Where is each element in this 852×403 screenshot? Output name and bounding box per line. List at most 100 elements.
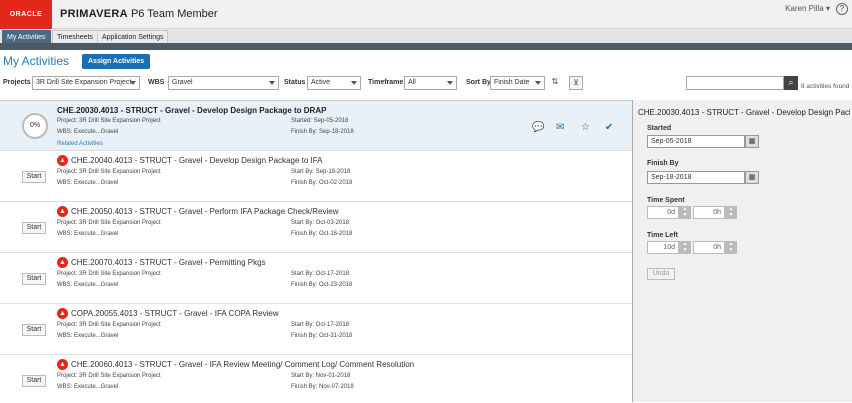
wbs-label: WBS — [148, 79, 165, 86]
stepper-icon[interactable]: ▲ ▼ — [679, 206, 691, 219]
critical-flame-icon: ▲ — [57, 308, 68, 319]
critical-flame-icon: ▲ — [57, 206, 68, 217]
time-spent-hours-input[interactable]: 0h — [693, 206, 725, 219]
user-menu[interactable]: Karen Pilla ▾ — [785, 4, 830, 13]
projects-label: Projects — [3, 79, 31, 86]
activity-name[interactable]: CHE.20040.4013 - STRUCT - Gravel - Devel… — [71, 156, 323, 165]
time-left-hours-input[interactable]: 0h — [693, 241, 725, 254]
help-icon[interactable]: ? — [836, 3, 848, 15]
chevron-down-icon — [535, 81, 541, 85]
activity-wbs: WBS: Execute...Gravel — [57, 180, 119, 186]
started-label: Started — [647, 125, 672, 132]
activity-date-start: Start By: Oct-17-2018 — [291, 322, 350, 328]
activities-count: 8 activities found — [801, 83, 850, 90]
activity-date-start: Start By: Oct-03-2018 — [291, 220, 350, 226]
activity-project: Project: 3R Drill Site Expansion Project — [57, 271, 161, 277]
assign-activities-button[interactable]: Assign Activities — [82, 54, 151, 69]
comment-icon[interactable]: 💬 — [532, 122, 544, 133]
page-title: My Activities — [3, 54, 70, 68]
status-select[interactable]: Active — [307, 76, 361, 90]
activity-name[interactable]: CHE.20030.4013 - STRUCT - Gravel - Devel… — [57, 106, 326, 115]
activity-wbs: WBS: Execute...Gravel — [57, 231, 119, 237]
activity-date-finish: Finish By: Nov-07-2018 — [291, 384, 354, 390]
stepper-icon[interactable]: ▲ ▼ — [725, 206, 737, 219]
activity-wbs: WBS: Execute...Gravel — [57, 333, 119, 339]
check-icon[interactable]: ✔ — [605, 122, 613, 133]
activity-project: Project: 3R Drill Site Expansion Project — [57, 220, 161, 226]
activity-date-start: Start By: Nov-01-2018 — [291, 373, 351, 379]
chevron-down-icon — [351, 81, 357, 85]
tab-application-settings[interactable]: Application Settings — [97, 30, 169, 43]
activity-project: Project: 3R Drill Site Expansion Project — [57, 118, 161, 124]
filter-icon[interactable]: ⊻ — [569, 76, 583, 90]
activity-row[interactable]: Start ▲ CHE.20040.4013 - STRUCT - Gravel… — [0, 151, 632, 202]
timeframe-select[interactable]: All — [404, 76, 457, 90]
activity-date-finish: Finish By: Oct-02-2018 — [291, 180, 353, 186]
activity-detail-panel: CHE.20030.4013 - STRUCT - Gravel - Devel… — [632, 100, 852, 402]
app-header: ORACLE PRIMAVERA P6 Team Member Karen Pi… — [0, 0, 852, 29]
calendar-icon[interactable]: ▦ — [745, 171, 759, 184]
activity-list: 0% CHE.20030.4013 - STRUCT - Gravel - De… — [0, 100, 632, 403]
start-button[interactable]: Start — [22, 375, 46, 387]
tab-timesheets[interactable]: Timesheets — [52, 30, 98, 43]
start-button[interactable]: Start — [22, 222, 46, 234]
activity-row[interactable]: Start ▲ CHE.20070.4013 - STRUCT - Gravel… — [0, 253, 632, 304]
critical-flame-icon: ▲ — [57, 155, 68, 166]
sort-by-select[interactable]: Finish Date — [490, 76, 545, 90]
activity-wbs: WBS: Execute...Gravel — [57, 384, 119, 390]
activity-wbs: WBS: Execute...Gravel — [57, 129, 119, 135]
started-date-input[interactable]: Sep-05-2018 — [647, 135, 745, 148]
activity-name[interactable]: COPA.20055.4013 - STRUCT - Gravel - IFA … — [71, 309, 279, 318]
finish-by-label: Finish By — [647, 160, 679, 167]
critical-flame-icon: ▲ — [57, 257, 68, 268]
stepper-icon[interactable]: ▲ ▼ — [679, 241, 691, 254]
chevron-down-icon — [269, 81, 275, 85]
activity-date-finish: Finish By: Oct-16-2018 — [291, 231, 353, 237]
search-icon[interactable]: ⌕ — [784, 76, 798, 90]
start-button[interactable]: Start — [22, 324, 46, 336]
search-input[interactable] — [686, 76, 784, 90]
activity-date-finish: Finish By: Sep-18-2018 — [291, 129, 354, 135]
product-name: PRIMAVERA P6 Team Member — [60, 8, 218, 20]
oracle-logo: ORACLE — [0, 0, 52, 29]
timeframe-label: Timeframe — [368, 79, 404, 86]
related-activities-link[interactable]: Related Activities — [57, 141, 103, 147]
activity-project: Project: 3R Drill Site Expansion Project — [57, 169, 161, 175]
activity-project: Project: 3R Drill Site Expansion Project — [57, 322, 161, 328]
tab-my-activities[interactable]: My Activities — [2, 30, 51, 43]
progress-ring[interactable]: 0% — [22, 113, 48, 139]
activity-wbs: WBS: Execute...Gravel — [57, 282, 119, 288]
calendar-icon[interactable]: ▦ — [745, 135, 759, 148]
time-left-label: Time Left — [647, 232, 678, 239]
wbs-select[interactable]: Gravel — [168, 76, 279, 90]
activity-date-finish: Finish By: Oct-23-2018 — [291, 282, 353, 288]
star-icon[interactable]: ☆ — [581, 122, 590, 133]
activity-date-start: Started: Sep-05-2018 — [291, 118, 349, 124]
chevron-down-icon — [130, 81, 136, 85]
activity-row[interactable]: Start ▲ CHE.20050.4013 - STRUCT - Gravel… — [0, 202, 632, 253]
undo-button[interactable]: Undo — [647, 268, 675, 280]
sort-order-icon[interactable]: ⇅ — [548, 76, 562, 90]
critical-flame-icon: ▲ — [57, 359, 68, 370]
activity-name[interactable]: CHE.20050.4013 - STRUCT - Gravel - Perfo… — [71, 207, 339, 216]
detail-title: CHE.20030.4013 - STRUCT - Gravel - Devel… — [638, 108, 850, 117]
time-spent-days-input[interactable]: 0d — [647, 206, 679, 219]
activity-row[interactable]: Start ▲ CHE.20060.4013 - STRUCT - Gravel… — [0, 355, 632, 403]
time-left-days-input[interactable]: 10d — [647, 241, 679, 254]
activity-date-start: Start By: Sep-19-2018 — [291, 169, 351, 175]
sort-by-label: Sort By — [466, 79, 491, 86]
projects-select[interactable]: 3R Drill Site Expansion Project — [32, 76, 140, 90]
activity-name[interactable]: CHE.20060.4013 - STRUCT - Gravel - IFA R… — [71, 360, 414, 369]
activity-row[interactable]: 0% CHE.20030.4013 - STRUCT - Gravel - De… — [0, 101, 632, 151]
start-button[interactable]: Start — [22, 273, 46, 285]
main-tabs: My Activities Timesheets Application Set… — [0, 29, 852, 43]
chevron-down-icon — [447, 81, 453, 85]
activity-name[interactable]: CHE.20070.4013 - STRUCT - Gravel - Permi… — [71, 258, 266, 267]
status-label: Status — [284, 79, 306, 86]
activity-row[interactable]: Start ▲ COPA.20055.4013 - STRUCT - Grave… — [0, 304, 632, 355]
start-button[interactable]: Start — [22, 171, 46, 183]
mail-icon[interactable]: ✉ — [556, 122, 564, 133]
finish-by-date-input[interactable]: Sep-18-2018 — [647, 171, 745, 184]
stepper-icon[interactable]: ▲ ▼ — [725, 241, 737, 254]
activity-date-finish: Finish By: Oct-31-2018 — [291, 333, 353, 339]
